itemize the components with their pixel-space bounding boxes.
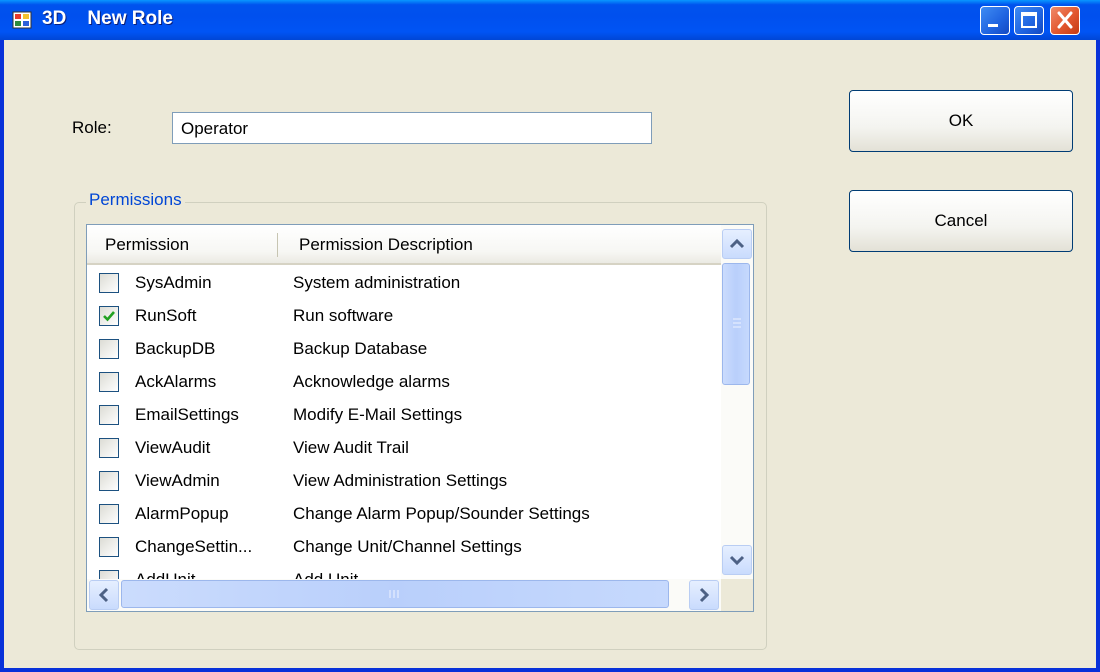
- maximize-button[interactable]: [1014, 6, 1044, 35]
- permission-checkbox[interactable]: [99, 471, 119, 491]
- list-item[interactable]: RunSoft Run software: [87, 300, 721, 333]
- checkmark-icon: [103, 311, 115, 322]
- permission-description: Run software: [293, 306, 394, 325]
- scroll-left-button[interactable]: [89, 580, 119, 610]
- vertical-scroll-thumb[interactable]: [722, 263, 750, 385]
- permission-description: View Audit Trail: [293, 438, 409, 457]
- permission-name: EmailSettings: [135, 405, 239, 424]
- list-item[interactable]: BackupDB Backup Database: [87, 333, 721, 366]
- permission-name: ViewAdmin: [135, 471, 220, 490]
- permission-description: Change Unit/Channel Settings: [293, 537, 522, 556]
- grip-icon: [389, 590, 399, 598]
- scroll-right-button[interactable]: [689, 580, 719, 610]
- horizontal-scrollbar[interactable]: [87, 579, 721, 611]
- scroll-up-button[interactable]: [722, 229, 752, 259]
- permission-description: Backup Database: [293, 339, 428, 358]
- permission-checkbox[interactable]: [99, 306, 119, 326]
- permission-name: AlarmPopup: [135, 504, 229, 523]
- list-header: Permission Permission Description: [87, 225, 721, 265]
- app-icon: [12, 10, 32, 30]
- column-header-description[interactable]: Permission Description: [299, 235, 473, 255]
- permission-name: ViewAudit: [135, 438, 211, 457]
- permission-description: Acknowledge alarms: [293, 372, 450, 391]
- role-input[interactable]: [172, 112, 652, 144]
- list-item[interactable]: AckAlarms Acknowledge alarms: [87, 366, 721, 399]
- role-label: Role:: [72, 118, 112, 137]
- permission-checkbox[interactable]: [99, 339, 119, 359]
- list-item[interactable]: AlarmPopup Change Alarm Popup/Sounder Set…: [87, 498, 721, 531]
- cancel-button[interactable]: Cancel: [849, 190, 1073, 252]
- permission-description: Modify E-Mail Settings: [293, 405, 463, 424]
- vertical-scrollbar[interactable]: [721, 225, 753, 579]
- list-item[interactable]: EmailSettings Modify E-Mail Settings: [87, 399, 721, 432]
- maximize-icon: [1021, 12, 1037, 28]
- minimize-button[interactable]: [980, 6, 1010, 35]
- chevron-up-icon: [729, 238, 745, 249]
- permissions-group-title: Permissions: [86, 190, 185, 210]
- chevron-right-icon: [699, 587, 710, 603]
- close-button[interactable]: [1050, 6, 1080, 35]
- permission-checkbox[interactable]: [99, 405, 119, 425]
- permission-checkbox[interactable]: [99, 504, 119, 524]
- permission-checkbox[interactable]: [99, 372, 119, 392]
- permission-name: RunSoft: [135, 306, 197, 325]
- permission-name: BackupDB: [135, 339, 216, 358]
- permission-checkbox[interactable]: [99, 537, 119, 557]
- column-header-permission[interactable]: Permission: [105, 235, 189, 255]
- list-item[interactable]: ChangeSettin... Change Unit/Channel Setti…: [87, 531, 721, 564]
- chevron-left-icon: [98, 587, 109, 603]
- scrollbar-corner: [721, 579, 753, 611]
- permission-description: View Administration Settings: [293, 471, 508, 490]
- ok-button[interactable]: OK: [849, 90, 1073, 152]
- permission-description: System administration: [293, 273, 461, 292]
- grip-icon: [733, 318, 741, 328]
- permission-checkbox[interactable]: [99, 273, 119, 293]
- list-item[interactable]: SysAdmin System administration: [87, 267, 721, 300]
- permission-name: SysAdmin: [135, 273, 212, 292]
- minimize-icon: [988, 24, 998, 27]
- close-icon: [1057, 11, 1073, 29]
- column-divider[interactable]: [277, 233, 278, 257]
- chevron-down-icon: [729, 555, 745, 566]
- list-item[interactable]: ViewAudit View Audit Trail: [87, 432, 721, 465]
- permissions-list[interactable]: Permission Permission Description SysAdm…: [86, 224, 754, 612]
- horizontal-scroll-thumb[interactable]: [121, 580, 669, 608]
- scroll-down-button[interactable]: [722, 545, 752, 575]
- permission-description: Change Alarm Popup/Sounder Settings: [293, 504, 590, 523]
- window-title: 3D New Role: [42, 8, 173, 29]
- permission-name: AckAlarms: [135, 372, 217, 391]
- permission-name: ChangeSettin...: [135, 537, 253, 556]
- title-bar[interactable]: 3D New Role: [0, 0, 1100, 40]
- permission-checkbox[interactable]: [99, 438, 119, 458]
- list-item[interactable]: ViewAdmin View Administration Settings: [87, 465, 721, 498]
